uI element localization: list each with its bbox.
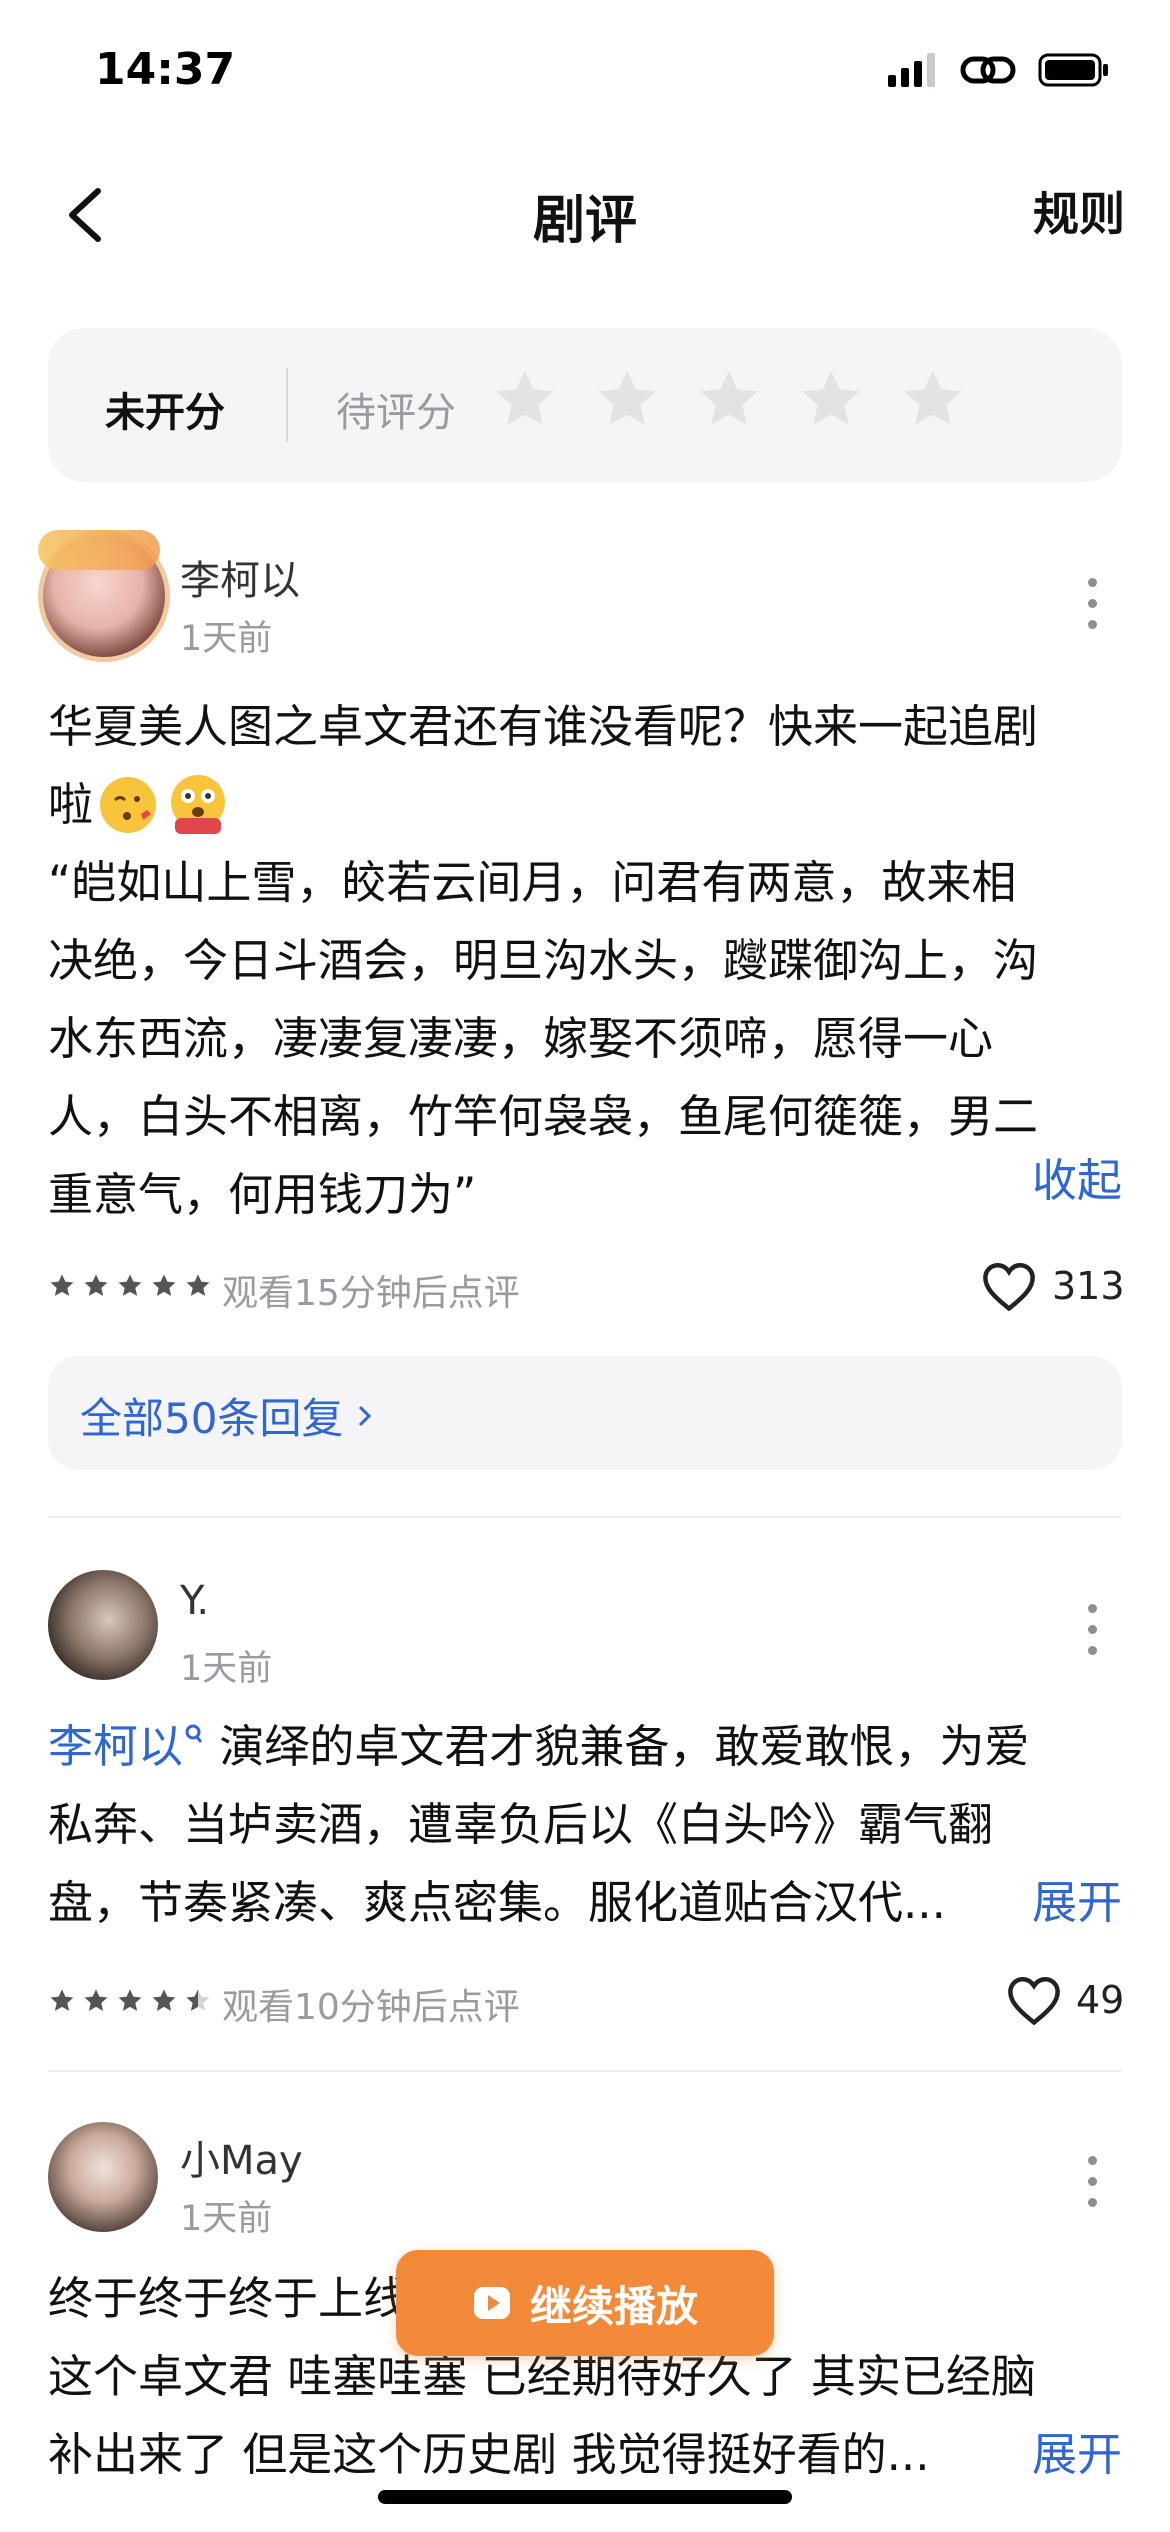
more-icon[interactable] (1082, 2156, 1102, 2207)
heart-icon[interactable] (980, 1260, 1038, 1312)
star-icon[interactable] (694, 365, 764, 435)
username[interactable]: Y. (180, 1578, 209, 1624)
collapse-link[interactable]: 收起 (1032, 1142, 1122, 1220)
page-title: 剧评 (532, 191, 637, 251)
star-icon (186, 1274, 210, 1296)
pending-rating-label: 待评分 (336, 390, 456, 436)
username[interactable]: 小May (180, 2128, 303, 2186)
score-status: 未开分 (105, 390, 225, 436)
star-icon[interactable] (490, 365, 560, 435)
avatar[interactable] (48, 2122, 158, 2232)
like-count: 313 (1052, 1264, 1125, 1308)
rules-link[interactable]: 规则 (1033, 178, 1125, 244)
star-icon (84, 1989, 108, 2011)
star-icon[interactable] (592, 365, 662, 435)
star-icon[interactable] (898, 365, 968, 435)
status-time: 14:37 (95, 44, 236, 95)
chevron-right-icon (359, 1405, 372, 1426)
star-icon (152, 1989, 176, 2011)
watch-meta: 观看15分钟后点评 (222, 1273, 520, 1314)
post-time: 1天前 (180, 1649, 273, 1689)
divider (48, 2070, 1122, 2072)
more-icon[interactable] (1082, 578, 1102, 629)
continue-play-label: 继续播放 (529, 2281, 698, 2331)
continue-play-button[interactable]: 继续播放 (396, 2250, 774, 2356)
link-icon (960, 56, 1016, 84)
more-icon[interactable] (1082, 1604, 1102, 1655)
watch-meta: 观看10分钟后点评 (222, 1987, 520, 2028)
star-icon (152, 1274, 176, 1296)
battery-icon (1038, 53, 1108, 87)
username[interactable]: 李柯以 (180, 548, 300, 606)
star-icon (118, 1989, 142, 2011)
star-icon (50, 1989, 74, 2011)
review-text: 李柯以 演绎的卓文君才貌兼备，敢爱敢恨，为爱 私奔、当垆卖酒，遭辜负后以《白头吟… (48, 1720, 1030, 1929)
replies-label[interactable]: 全部50条回复 (80, 1385, 343, 1446)
star-icon (50, 1274, 74, 1296)
review-text: 华夏美人图之卓文君还有谁没看呢？快来一起追剧 啦 “皑如山上雪，皎若云间月，问君… (48, 700, 1039, 1221)
surprised-emoji-icon (171, 775, 226, 834)
post-time: 1天前 (180, 2199, 273, 2239)
mention-link[interactable]: 李柯以 (48, 1720, 183, 1773)
star-icon (84, 1274, 108, 1296)
avatar[interactable] (48, 1570, 158, 1680)
like-count: 49 (1076, 1978, 1125, 2022)
heart-icon[interactable] (1005, 1974, 1063, 2026)
divider (286, 368, 288, 442)
half-star-icon (186, 1989, 210, 2011)
review-rating (48, 1272, 212, 1300)
status-icons (888, 52, 1110, 88)
view-all-replies-link[interactable]: 全部50条回复 (80, 1385, 373, 1446)
kiss-emoji-icon (100, 777, 157, 833)
expand-link[interactable]: 展开 (1032, 1864, 1122, 1942)
home-indicator (378, 2490, 792, 2504)
post-time: 1天前 (180, 619, 273, 659)
signal-icon (888, 53, 935, 87)
divider (48, 1516, 1122, 1518)
expand-link[interactable]: 展开 (1032, 2416, 1122, 2494)
rating-star-picker[interactable] (490, 365, 968, 435)
star-icon (118, 1274, 142, 1296)
avatar-frame-badge (38, 530, 160, 570)
star-icon[interactable] (796, 365, 866, 435)
review-rating (48, 1987, 212, 2015)
play-icon (473, 2287, 510, 2319)
search-icon (185, 1724, 203, 1743)
